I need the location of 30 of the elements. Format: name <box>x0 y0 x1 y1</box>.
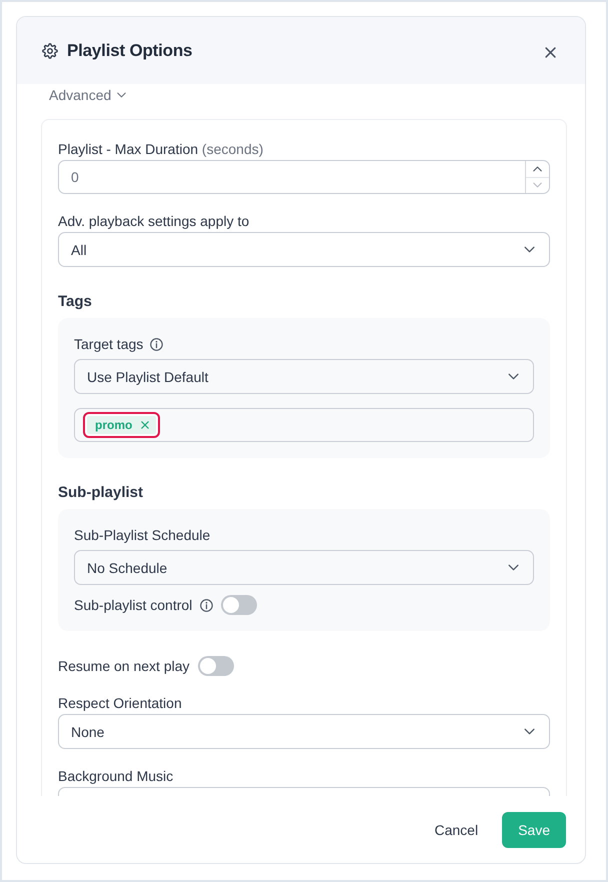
toggle-label: Resume on next play <box>58 657 190 676</box>
cancel-button[interactable]: Cancel <box>422 812 490 848</box>
close-icon <box>545 46 556 58</box>
dropdown[interactable]: No Schedule <box>74 550 534 585</box>
field-label: Background Music <box>58 767 174 786</box>
dropdown[interactable]: None <box>58 714 550 749</box>
chevron-down-icon <box>524 728 535 735</box>
chevron-down-icon <box>508 373 519 380</box>
chevron-down-icon <box>117 92 126 98</box>
toggle-label: Sub-playlist control <box>74 596 192 615</box>
number-input-field[interactable]: 0 <box>58 160 550 194</box>
field-label: Adv. playback settings apply to <box>58 212 250 231</box>
chevron-down-icon <box>508 564 519 571</box>
section-title: Sub-playlist <box>58 483 144 503</box>
field-label: Sub-Playlist Schedule <box>74 526 210 545</box>
dropdown[interactable]: Use Playlist Default <box>74 359 534 394</box>
chevron-down-icon <box>524 246 535 253</box>
settings-icon <box>42 42 58 58</box>
remove-icon[interactable] <box>141 421 150 429</box>
toggle-switch[interactable] <box>221 595 258 615</box>
field-label: Target tags <box>74 335 144 354</box>
field-label: Respect Orientation <box>58 694 182 713</box>
advanced-toggle[interactable]: Advanced <box>49 87 126 103</box>
dialog-title: Playlist Options <box>67 40 194 60</box>
close-button[interactable] <box>544 46 557 58</box>
toggle-switch[interactable] <box>198 656 234 676</box>
dropdown[interactable]: All <box>58 232 550 267</box>
section-title: Tags <box>58 292 93 312</box>
field-label: Playlist - Max Duration (seconds) <box>58 140 264 159</box>
chevron-up-icon[interactable] <box>533 166 542 172</box>
